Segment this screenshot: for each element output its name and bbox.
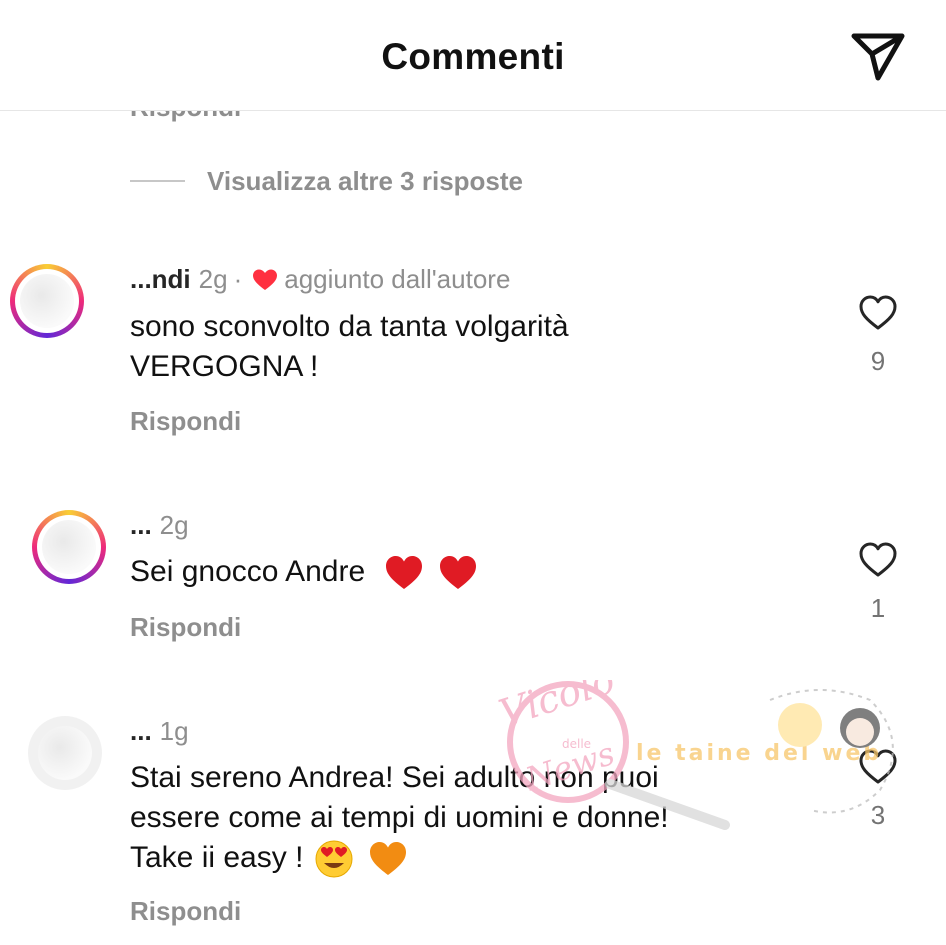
like-control: 3 (856, 748, 900, 831)
avatar-image (20, 274, 74, 328)
author-heart-icon (253, 269, 278, 290)
avatar[interactable] (32, 510, 106, 584)
avatar-image (42, 520, 96, 574)
comment-text-line: VERGOGNA ! (130, 350, 319, 383)
comment-time: 2g (159, 510, 189, 540)
comment-text-line: essere come ai tempi di uomini e donne! (130, 801, 669, 834)
heart-outline-icon[interactable] (858, 541, 898, 579)
like-control: 9 (856, 294, 900, 377)
avatar[interactable] (28, 716, 102, 790)
orange-heart-emoji (370, 842, 407, 876)
like-count: 9 (870, 346, 886, 376)
red-heart-emoji (385, 556, 422, 590)
author-liked-badge: aggiunto dall'autore (284, 264, 511, 294)
comment-text: sono sconvolto da tanta volgarità VERGOG… (130, 307, 770, 387)
reply-button[interactable]: Rispondi (130, 406, 241, 437)
username[interactable]: ... (130, 510, 152, 541)
avatar[interactable] (10, 264, 84, 338)
comment-text-line: Take ii easy ! (130, 841, 304, 874)
page-title: Commenti (381, 36, 565, 77)
comment-time: 2g (198, 264, 228, 294)
reply-button[interactable]: Rispondi (130, 896, 241, 927)
comment-meta: ... 1g (130, 716, 189, 747)
svg-text:delle: delle (562, 737, 591, 751)
username[interactable]: ...ndi (130, 264, 191, 295)
username[interactable]: ... (130, 716, 152, 747)
comment-text-line: sono sconvolto da tanta volgarità (130, 310, 569, 343)
comment-text: Sei gnocco Andre (130, 552, 770, 592)
avatar-image (38, 726, 92, 780)
view-more-replies-label: Visualizza altre 3 risposte (207, 165, 523, 196)
heart-outline-icon[interactable] (858, 748, 898, 786)
comment-meta: ...ndi 2g · aggiunto dall'autore (130, 264, 510, 295)
like-count: 3 (870, 800, 886, 830)
comment-text: Stai sereno Andrea! Sei adulto non puoi … (130, 758, 770, 879)
red-heart-emoji (439, 556, 476, 590)
heart-eyes-emoji (315, 840, 353, 878)
comment-time: 1g (159, 716, 189, 746)
comment-meta: ... 2g (130, 510, 189, 541)
comment-text-line: Stai sereno Andrea! Sei adulto non puoi (130, 761, 659, 794)
svg-text:Vicolo: Vicolo (494, 680, 620, 736)
heart-outline-icon[interactable] (858, 294, 898, 332)
like-count: 1 (870, 593, 886, 623)
send-icon[interactable] (850, 30, 906, 82)
comment-text-line: Sei gnocco Andre (130, 555, 366, 588)
replies-line (130, 180, 185, 182)
reply-button[interactable]: Rispondi (130, 612, 241, 643)
meta-separator: · (233, 264, 243, 294)
view-more-replies[interactable]: Visualizza altre 3 risposte (130, 164, 523, 198)
like-control: 1 (856, 541, 900, 624)
comments-header: Commenti (0, 0, 946, 111)
